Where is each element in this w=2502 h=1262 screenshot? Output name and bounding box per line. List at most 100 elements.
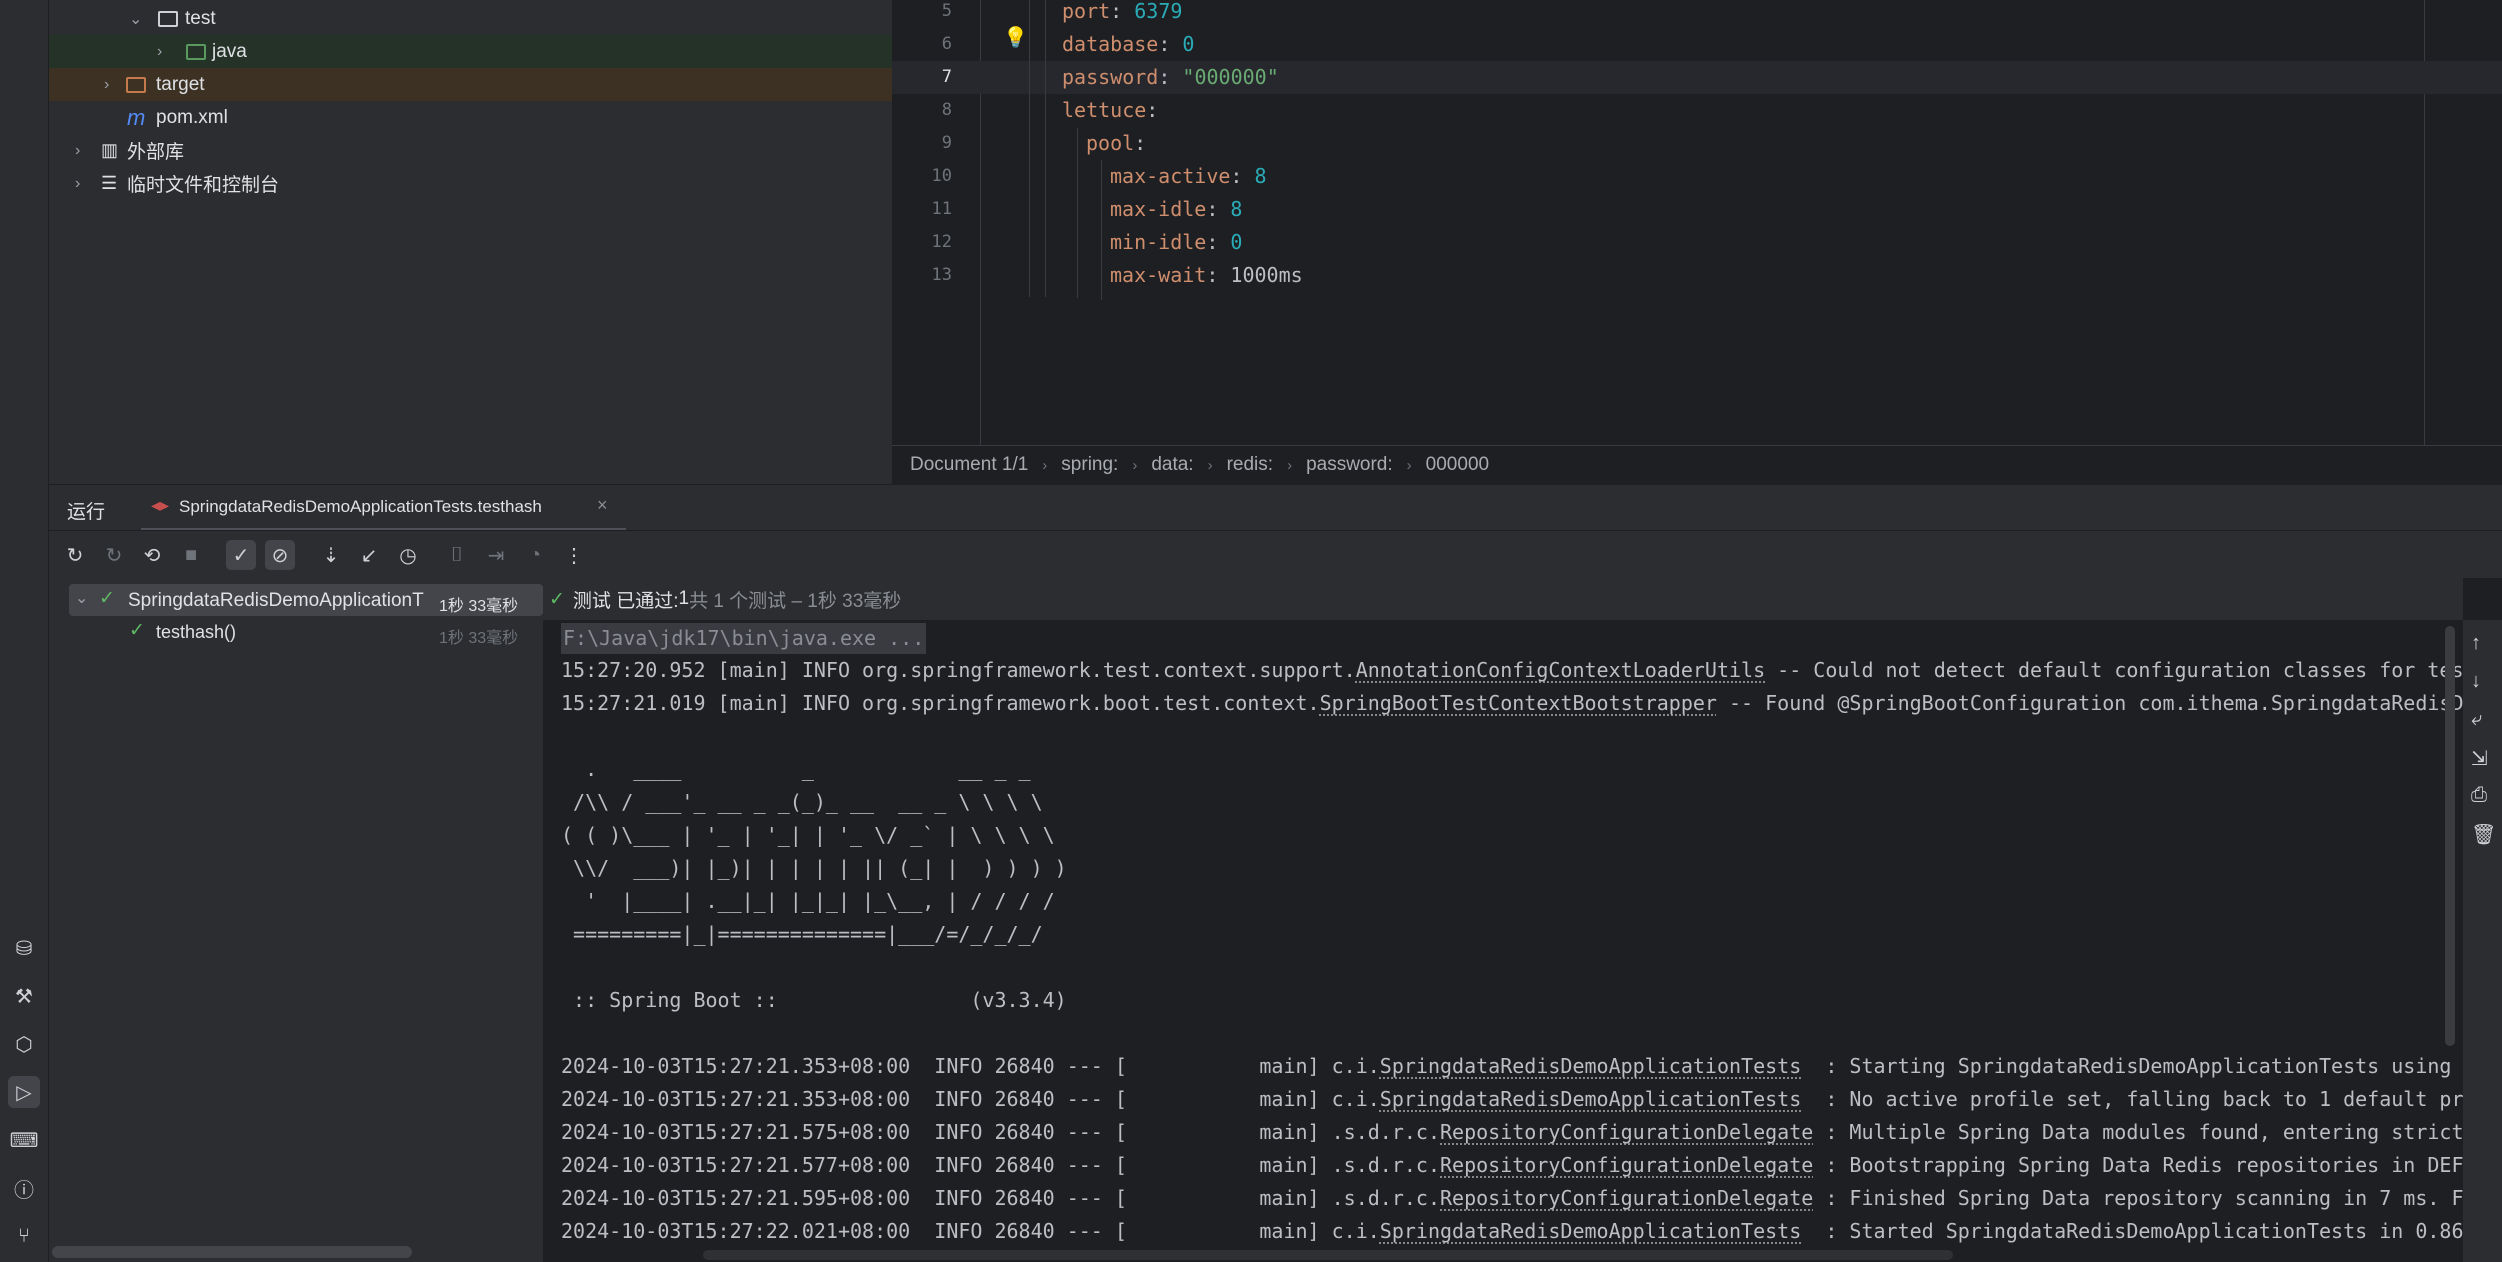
rerun-icon[interactable]: ↻ bbox=[60, 540, 90, 570]
code-line[interactable]: 10 max-active: 8 bbox=[892, 160, 2502, 193]
import-icon[interactable]: ⇥ bbox=[481, 540, 511, 570]
down-arrow-icon[interactable]: ↓ bbox=[2471, 670, 2481, 693]
breadcrumb-item[interactable]: redis: bbox=[1227, 454, 1273, 476]
tree-item-pom[interactable]: m pom.xml bbox=[49, 101, 892, 134]
code-line[interactable]: 7 password: "000000" bbox=[892, 61, 2502, 94]
class-link[interactable]: RepositoryConfigurationDelegate bbox=[1440, 1120, 1813, 1144]
yaml-entry: password: "000000" bbox=[1062, 61, 1279, 94]
chevron-right-icon: › bbox=[1406, 456, 1412, 474]
code-line[interactable]: 12 min-idle: 0 bbox=[892, 226, 2502, 259]
code-line[interactable]: 11 max-idle: 8 bbox=[892, 193, 2502, 226]
build-hammer-icon[interactable]: ⚒ bbox=[8, 980, 40, 1012]
code-line[interactable]: 9 pool: bbox=[892, 127, 2502, 160]
show-passed-icon[interactable]: ✓ bbox=[226, 540, 256, 570]
indent-guide bbox=[1045, 0, 1046, 297]
yaml-key: min-idle bbox=[1110, 230, 1207, 254]
class-link[interactable]: AnnotationConfigContextLoaderUtils bbox=[1356, 658, 1765, 682]
database-icon[interactable]: ⛁ bbox=[8, 932, 40, 964]
yaml-key: lettuce bbox=[1062, 98, 1147, 122]
yaml-key: max-idle bbox=[1110, 197, 1207, 221]
rerun-failed-icon[interactable]: ↻ bbox=[99, 540, 129, 570]
close-icon[interactable]: × bbox=[597, 495, 608, 516]
tree-item-test[interactable]: ⌄ test bbox=[49, 2, 892, 35]
history-icon[interactable]: ◷ bbox=[393, 540, 423, 570]
passed-check-icon: ✓ bbox=[129, 620, 145, 641]
git-icon[interactable]: ⑂ bbox=[8, 1220, 40, 1252]
breadcrumb-item[interactable]: password: bbox=[1306, 454, 1393, 476]
console-line: 2024-10-03T15:27:21.595+08:00 INFO 26840… bbox=[561, 1182, 2463, 1215]
console-command-line[interactable]: F:\Java\jdk17\bin\java.exe ... bbox=[561, 623, 927, 654]
code-line[interactable]: 5 port: 6379 bbox=[892, 0, 2502, 28]
breadcrumb-item[interactable]: 000000 bbox=[1426, 454, 1489, 476]
chevron-down-icon[interactable]: ⌄ bbox=[75, 588, 88, 608]
library-icon: ▥ bbox=[101, 140, 119, 160]
class-link[interactable]: RepositoryConfigurationDelegate bbox=[1440, 1153, 1813, 1177]
chevron-right-icon[interactable]: › bbox=[75, 175, 80, 193]
breadcrumb-item[interactable]: Document 1/1 bbox=[910, 454, 1028, 476]
console-output[interactable]: F:\Java\jdk17\bin\java.exe ... 15:27:20.… bbox=[543, 620, 2463, 1262]
run-icon[interactable]: ▷ bbox=[8, 1076, 40, 1108]
class-link[interactable]: SpringdataRedisDemoApplicationTests bbox=[1380, 1219, 1801, 1243]
yaml-value: 0 bbox=[1182, 32, 1195, 56]
line-number: 7 bbox=[941, 67, 952, 87]
horizontal-scrollbar[interactable] bbox=[52, 1246, 412, 1258]
code-line[interactable]: 6 database: 0 bbox=[892, 28, 2502, 61]
tab-run-config[interactable]: ◂▸ SpringdataRedisDemoApplicationTests.t… bbox=[141, 485, 626, 531]
test-case-row[interactable]: ✓ testhash() 1秒 33毫秒 bbox=[69, 616, 543, 648]
stop-icon[interactable]: ■ bbox=[176, 540, 206, 570]
tree-item-scratches[interactable]: › ☰ 临时文件和控制台 bbox=[49, 167, 892, 200]
toggle-auto-test-icon[interactable]: ⟲ bbox=[137, 540, 167, 570]
chevron-right-icon[interactable]: › bbox=[75, 142, 80, 160]
colon: : bbox=[1158, 65, 1183, 89]
run-panel-title: 运行 bbox=[67, 502, 106, 523]
show-ignored-icon[interactable]: ⊘ bbox=[265, 540, 295, 570]
coverage-icon[interactable]: ◔ bbox=[520, 540, 550, 570]
sort-icon[interactable]: ⇣ bbox=[316, 540, 346, 570]
trash-icon[interactable]: 🗑 bbox=[2471, 822, 2496, 847]
breadcrumb-item[interactable]: spring: bbox=[1061, 454, 1118, 476]
class-link[interactable]: SpringBootTestContextBootstrapper bbox=[1320, 691, 1717, 715]
terminal-icon[interactable]: ⌨ bbox=[8, 1124, 40, 1156]
up-arrow-icon[interactable]: ↑ bbox=[2471, 632, 2481, 655]
tree-item-external-libraries[interactable]: › ▥ 外部库 bbox=[49, 134, 892, 167]
colon: : bbox=[1206, 230, 1231, 254]
log-message: -- Could not detect default configuratio… bbox=[1765, 658, 2463, 682]
console-line: 15:27:20.952 [main] INFO org.springframe… bbox=[561, 654, 2463, 687]
vertical-scrollbar[interactable] bbox=[2445, 626, 2455, 1046]
scroll-to-end-icon[interactable]: ⇲ bbox=[2471, 746, 2488, 771]
collapse-icon[interactable]: ↙ bbox=[354, 540, 384, 570]
banner-line: . ____ _ __ _ _ bbox=[561, 757, 1031, 781]
log-message: : Starting SpringdataRedisDemoApplicatio… bbox=[1801, 1054, 2463, 1078]
yaml-entry: database: 0 bbox=[1062, 28, 1194, 61]
chevron-right-icon[interactable]: › bbox=[157, 43, 162, 61]
yaml-key: pool bbox=[1086, 131, 1135, 155]
tree-item-label: 临时文件和控制台 bbox=[127, 175, 280, 196]
tree-item-java[interactable]: › java bbox=[49, 35, 892, 68]
console-side-toolbar: ↑ ↓ ⤶ ⇲ ⎙ 🗑 bbox=[2463, 620, 2502, 1262]
print-icon[interactable]: ⎙ bbox=[2471, 784, 2487, 807]
yaml-value: "000000" bbox=[1182, 65, 1279, 89]
class-link[interactable]: SpringdataRedisDemoApplicationTests bbox=[1380, 1087, 1801, 1111]
test-suite-row[interactable]: ⌄ ✓ SpringdataRedisDemoApplicationT 1秒 3… bbox=[69, 584, 543, 616]
breadcrumb-item[interactable]: data: bbox=[1151, 454, 1193, 476]
console-line: 2024-10-03T15:27:21.577+08:00 INFO 26840… bbox=[561, 1149, 2463, 1182]
chevron-right-icon[interactable]: › bbox=[104, 76, 109, 94]
class-link[interactable]: SpringdataRedisDemoApplicationTests bbox=[1380, 1054, 1801, 1078]
console-line: 2024-10-03T15:27:22.021+08:00 INFO 26840… bbox=[561, 1215, 2463, 1248]
code-editor[interactable]: 💡 5 port: 6379 6 database: 0 7 password: "000… bbox=[892, 0, 2502, 445]
code-line[interactable]: 13 max-wait: 1000ms bbox=[892, 259, 2502, 292]
code-line[interactable]: 8 lettuce: bbox=[892, 94, 2502, 127]
problems-icon[interactable]: ⓘ bbox=[8, 1172, 40, 1204]
test-summary: 共 1 个测试 – 1秒 33毫秒 bbox=[689, 590, 902, 612]
indent-guide bbox=[1029, 0, 1030, 297]
tree-item-target[interactable]: › target bbox=[49, 68, 892, 101]
indent-guide bbox=[1077, 128, 1078, 298]
test-status-bar: ✓ 测试 已通过: 1 共 1 个测试 – 1秒 33毫秒 bbox=[543, 578, 2463, 620]
horizontal-scrollbar[interactable] bbox=[703, 1250, 1953, 1260]
services-icon[interactable]: ⬡ bbox=[8, 1028, 40, 1060]
class-link[interactable]: RepositoryConfigurationDelegate bbox=[1440, 1186, 1813, 1210]
screenshot-icon[interactable]: ⌷ bbox=[442, 540, 472, 570]
soft-wrap-icon[interactable]: ⤶ bbox=[2471, 708, 2482, 731]
more-icon[interactable]: ⋮ bbox=[559, 540, 589, 570]
chevron-down-icon[interactable]: ⌄ bbox=[129, 9, 142, 29]
